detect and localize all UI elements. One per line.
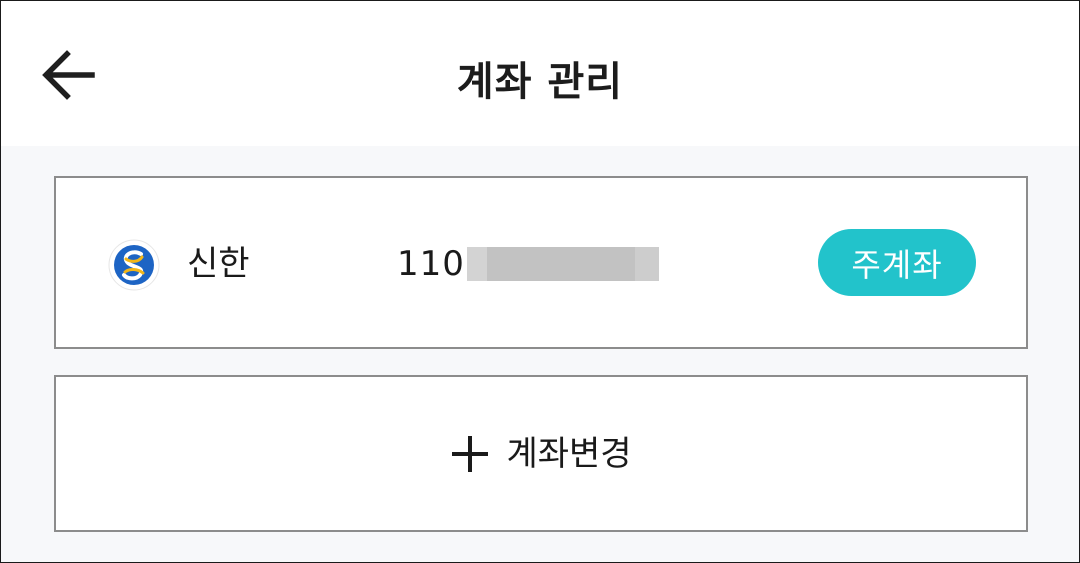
change-account-content: 계좌변경	[450, 433, 632, 474]
account-number: 110	[397, 244, 659, 284]
primary-account-badge: 주계좌	[818, 229, 976, 296]
header-bar: 계좌 관리	[1, 1, 1079, 146]
account-number-redaction	[466, 247, 659, 281]
page-title: 계좌 관리	[456, 59, 624, 105]
account-number-prefix: 110	[397, 244, 465, 284]
account-card[interactable]: 신한 110 주계좌	[54, 176, 1028, 349]
app-screen: 계좌 관리 신한 110 주계좌 계좌변경	[0, 0, 1080, 563]
bank-name: 신한	[187, 244, 250, 284]
change-account-button[interactable]: 계좌변경	[54, 375, 1028, 532]
main-content: 신한 110 주계좌 계좌변경	[1, 146, 1079, 562]
plus-icon	[450, 434, 490, 474]
shinhan-bank-logo-icon	[108, 239, 160, 291]
change-account-label: 계좌변경	[506, 433, 632, 474]
